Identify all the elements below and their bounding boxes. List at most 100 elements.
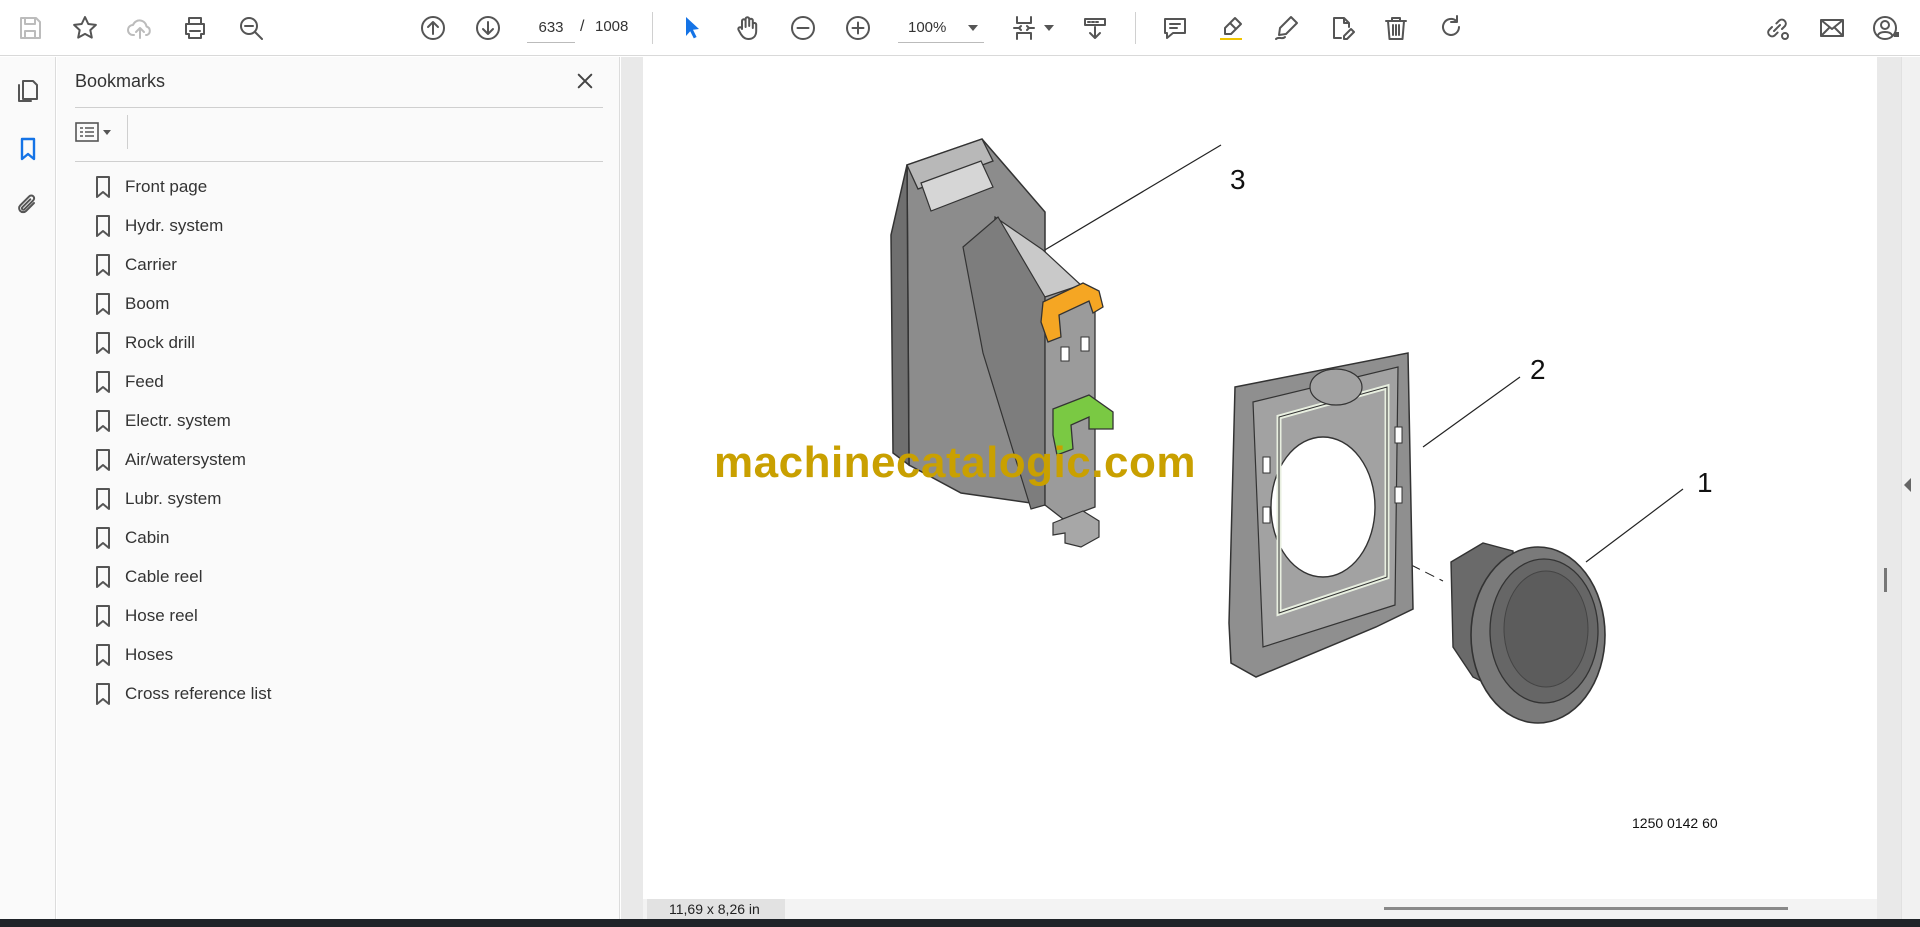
fit-dropdown-icon[interactable] bbox=[1044, 25, 1054, 31]
zoom-select[interactable]: 100% bbox=[898, 13, 984, 43]
bookmark-label: Front page bbox=[125, 176, 208, 196]
bookmark-item[interactable]: Carrier bbox=[93, 245, 271, 284]
fill-sign-button[interactable] bbox=[1321, 8, 1361, 48]
rotate-button[interactable] bbox=[1431, 8, 1471, 48]
bookmark-icon bbox=[96, 604, 110, 627]
attachments-button[interactable] bbox=[12, 189, 44, 221]
bookmark-icon bbox=[96, 526, 110, 549]
page-total: 1008 bbox=[595, 18, 629, 35]
toolbar-divider bbox=[652, 12, 653, 44]
vertical-scroll-thumb[interactable] bbox=[1884, 568, 1887, 592]
bookmark-item[interactable]: Rock drill bbox=[93, 323, 271, 362]
bookmark-icon bbox=[96, 253, 110, 276]
bookmark-label: Feed bbox=[125, 371, 164, 391]
next-page-button[interactable] bbox=[468, 8, 508, 48]
taskbar-strip bbox=[0, 919, 1920, 927]
print-icon bbox=[185, 17, 205, 39]
bookmark-label: Hose reel bbox=[125, 605, 198, 625]
print-button[interactable] bbox=[175, 8, 215, 48]
zoom-in-icon bbox=[846, 16, 870, 40]
email-button[interactable] bbox=[1812, 8, 1852, 48]
bookmark-item[interactable]: Lubr. system bbox=[93, 479, 271, 518]
bookmark-item[interactable]: Boom bbox=[93, 284, 271, 323]
bookmark-options-button[interactable] bbox=[75, 117, 123, 147]
share-link-button[interactable] bbox=[1757, 8, 1797, 48]
bookmark-item[interactable]: Feed bbox=[93, 362, 271, 401]
toolbar-divider bbox=[1135, 12, 1136, 44]
save-button[interactable] bbox=[10, 8, 50, 48]
close-panel-button[interactable] bbox=[571, 67, 599, 95]
bookmark-label: Cable reel bbox=[125, 566, 203, 586]
zoom-search-icon bbox=[240, 17, 263, 40]
page-separator: / bbox=[580, 18, 585, 35]
hand-tool-button[interactable] bbox=[727, 8, 767, 48]
bookmark-icon bbox=[96, 214, 110, 237]
bookmark-icon bbox=[20, 137, 36, 161]
page-fit-button[interactable] bbox=[1005, 8, 1045, 48]
hand-tool-icon bbox=[737, 16, 758, 40]
panel-divider bbox=[75, 107, 603, 108]
bookmark-item[interactable]: Electr. system bbox=[93, 401, 271, 440]
comment-button[interactable] bbox=[1155, 8, 1195, 48]
star-icon bbox=[73, 16, 97, 39]
figure-id: 1250 0142 60 bbox=[1632, 815, 1718, 831]
callout-2: 2 bbox=[1530, 354, 1546, 385]
upload-cloud-button[interactable] bbox=[120, 8, 160, 48]
email-icon bbox=[1820, 19, 1844, 37]
scroll-mode-button[interactable] bbox=[1075, 8, 1115, 48]
page-thumbnails-button[interactable] bbox=[12, 75, 44, 107]
rotate-icon bbox=[1442, 15, 1460, 36]
bookmark-item[interactable]: Hose reel bbox=[93, 596, 271, 635]
bookmark-label: Air/watersystem bbox=[125, 449, 246, 469]
find-button[interactable] bbox=[231, 8, 271, 48]
draw-button[interactable] bbox=[1266, 8, 1306, 48]
bookmark-label: Cross reference list bbox=[125, 683, 272, 703]
main-toolbar: / 1008 100% bbox=[0, 0, 1920, 56]
bookmark-label: Carrier bbox=[125, 254, 177, 274]
push-button-part bbox=[1450, 542, 1606, 724]
previous-page-button[interactable] bbox=[413, 8, 453, 48]
bookmark-item[interactable]: Front page bbox=[93, 167, 271, 206]
bookmark-item[interactable]: Cable reel bbox=[93, 557, 271, 596]
callout-1: 1 bbox=[1697, 467, 1713, 498]
bookmark-item[interactable]: Hoses bbox=[93, 635, 271, 674]
comment-icon bbox=[1164, 18, 1186, 39]
bookmark-label: Electr. system bbox=[125, 410, 231, 430]
select-cursor-icon bbox=[686, 17, 699, 39]
share-link-icon bbox=[1767, 18, 1789, 40]
chevron-down-icon bbox=[103, 129, 111, 135]
horizontal-scroll-thumb[interactable] bbox=[1384, 907, 1788, 910]
panel-divider bbox=[75, 161, 603, 162]
scroll-mode-icon bbox=[1084, 18, 1106, 39]
zoom-value: 100% bbox=[908, 19, 947, 36]
zoom-out-button[interactable] bbox=[783, 8, 823, 48]
select-tool-button[interactable] bbox=[672, 8, 712, 48]
bookmark-icon bbox=[96, 292, 110, 315]
highlight-button[interactable] bbox=[1211, 8, 1251, 48]
bookmark-icon bbox=[96, 487, 110, 510]
save-icon bbox=[20, 17, 41, 39]
bookmark-item[interactable]: Air/watersystem bbox=[93, 440, 271, 479]
bookmark-icon bbox=[96, 331, 110, 354]
page-size-label: 11,69 x 8,26 in bbox=[647, 899, 785, 919]
fill-sign-icon bbox=[1333, 17, 1355, 40]
bookmark-icon bbox=[96, 682, 110, 705]
delete-icon bbox=[1385, 17, 1407, 40]
delete-button[interactable] bbox=[1376, 8, 1416, 48]
page-up-icon bbox=[421, 16, 445, 40]
list-options-icon bbox=[75, 122, 99, 142]
bookmark-item[interactable]: Hydr. system bbox=[93, 206, 271, 245]
account-button[interactable] bbox=[1866, 8, 1906, 48]
panel-title: Bookmarks bbox=[75, 71, 166, 91]
watermark-text: machinecatalogic.com bbox=[714, 438, 1196, 487]
expand-right-pane-handle[interactable] bbox=[1904, 478, 1911, 492]
bookmark-star-button[interactable] bbox=[65, 8, 105, 48]
bookmark-item[interactable]: Cross reference list bbox=[93, 674, 271, 713]
page-number-input[interactable] bbox=[527, 13, 575, 43]
bookmark-icon bbox=[96, 409, 110, 432]
bookmark-item[interactable]: Cabin bbox=[93, 518, 271, 557]
bookmark-label: Cabin bbox=[125, 527, 170, 547]
navigation-rail bbox=[0, 57, 56, 919]
bookmarks-panel-button[interactable] bbox=[12, 133, 44, 165]
zoom-in-button[interactable] bbox=[838, 8, 878, 48]
